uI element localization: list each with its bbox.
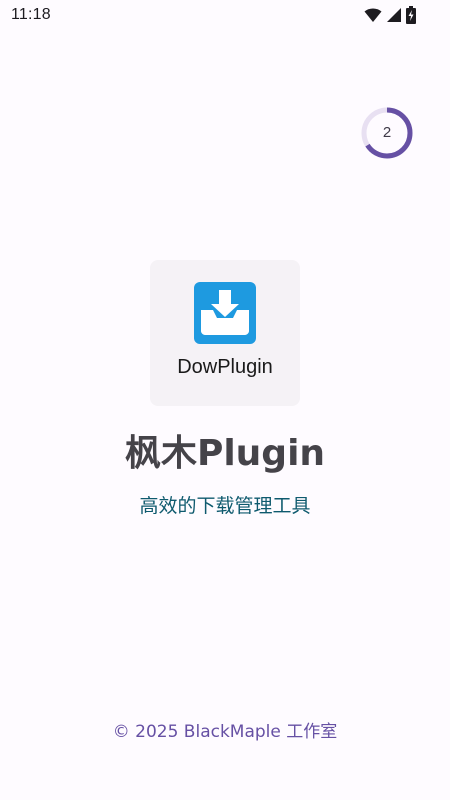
app-title: 枫木Plugin xyxy=(124,433,326,474)
countdown-value: 2 xyxy=(382,124,392,141)
app-subtitle: 高效的下载管理工具 xyxy=(139,495,311,517)
cell-signal-icon xyxy=(386,7,402,23)
battery-charging-icon xyxy=(406,6,416,24)
countdown-timer: 2 xyxy=(360,106,414,160)
logo-text: DowPlugin xyxy=(177,356,273,378)
download-tray-icon xyxy=(194,282,256,344)
status-bar: 11:18 xyxy=(0,0,450,32)
app-logo: DowPlugin xyxy=(150,260,300,406)
copyright-text: © 2025 BlackMaple 工作室 xyxy=(112,722,338,742)
status-icons xyxy=(364,5,416,25)
wifi-icon xyxy=(364,7,382,23)
status-time: 11:18 xyxy=(11,6,51,23)
